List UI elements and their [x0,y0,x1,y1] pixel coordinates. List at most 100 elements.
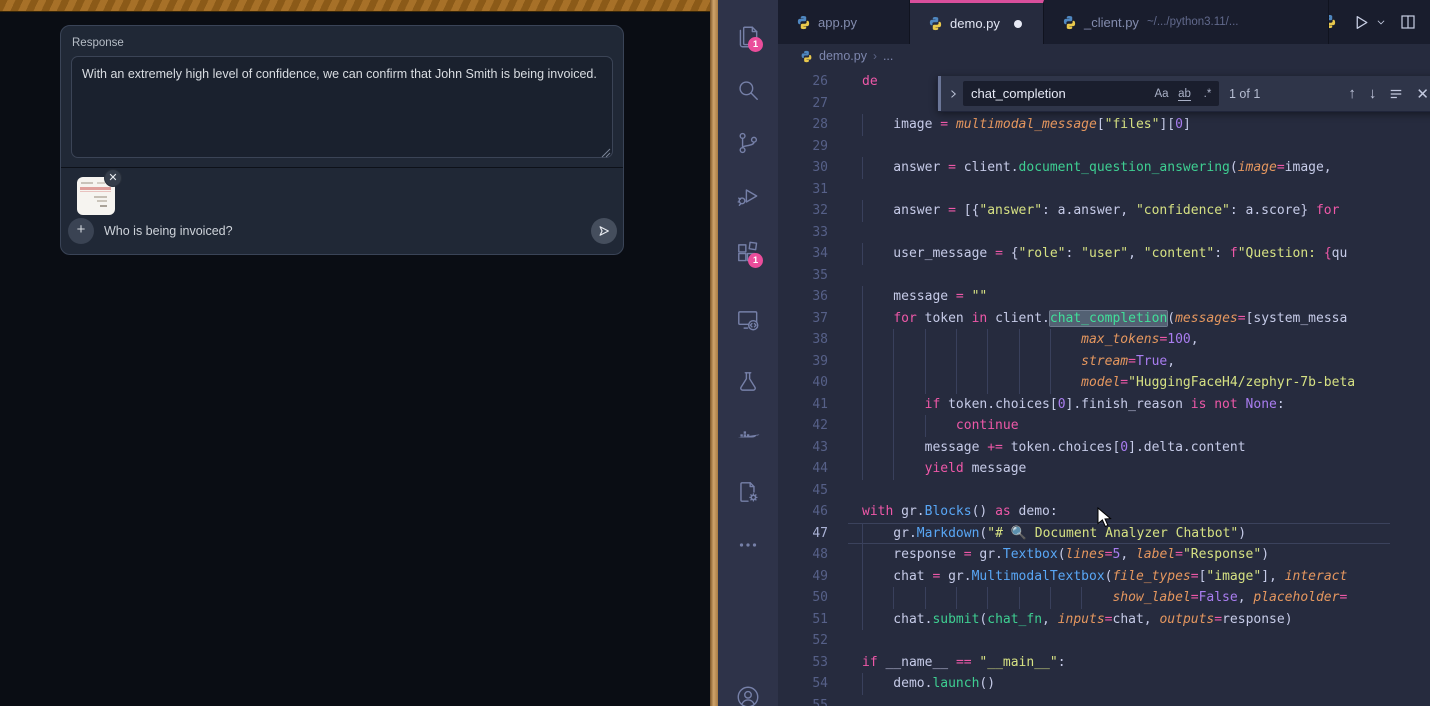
code-line-41[interactable]: 41 if token.choices[0].finish_reason is … [778,394,1430,416]
partially-hidden-tab[interactable] [1329,0,1339,44]
find-in-selection-button[interactable] [1389,87,1403,101]
code-text: model="HuggingFaceH4/zephyr-7b-beta [862,372,1355,394]
panel-divider [61,167,623,168]
find-close-button[interactable]: ✕ [1416,85,1429,103]
run-dropdown-chevron-icon[interactable] [1376,17,1386,27]
split-editor-button[interactable] [1400,14,1416,30]
tab-label: _client.py [1084,15,1139,30]
code-line-52[interactable]: 52 [778,630,1430,652]
line-number: 55 [778,695,828,706]
code-text: show_label=False, placeholder= [862,587,1347,609]
code-line-46[interactable]: 46with gr.Blocks() as demo: [778,501,1430,523]
code-line-49[interactable]: 49 chat = gr.MultimodalTextbox(file_type… [778,566,1430,588]
code-line-40[interactable]: 40 model="HuggingFaceH4/zephyr-7b-beta [778,372,1430,394]
activity-file-gear-icon[interactable] [735,479,761,505]
add-file-button[interactable]: + [68,218,94,244]
remove-attachment-button[interactable]: ✕ [104,169,122,187]
code-text: gr.Markdown("# 🔍 Document Analyzer Chatb… [862,523,1246,545]
code-line-34[interactable]: 34 user_message = {"role": "user", "cont… [778,243,1430,265]
code-text: if __name__ == "__main__": [862,652,1066,674]
line-number: 31 [778,179,828,201]
code-line-32[interactable]: 32 answer = [{"answer": a.answer, "confi… [778,200,1430,222]
line-number: 49 [778,566,828,588]
find-next-button[interactable]: ↓ [1369,85,1377,102]
code-line-55[interactable]: 55 [778,695,1430,706]
code-line-51[interactable]: 51 chat.submit(chat_fn, inputs=chat, out… [778,609,1430,631]
python-file-icon [800,50,813,63]
breadcrumb-more[interactable]: ... [883,49,893,63]
response-textarea[interactable]: With an extremely high level of confiden… [71,56,613,158]
activity-account-icon[interactable] [735,684,761,706]
activity-docker-icon[interactable] [735,424,761,450]
vscode-window: 11 app.pydemo.py_client.py~/.../python3.… [718,0,1430,706]
code-editor[interactable]: 26de2728 image = multimodal_message["fil… [778,68,1430,706]
code-line-31[interactable]: 31 [778,179,1430,201]
gradio-panel: Response With an extremely high level of… [60,25,624,255]
tab-label: app.py [818,15,857,30]
find-previous-button[interactable]: ↑ [1348,85,1356,102]
send-plane-icon [597,224,611,238]
resize-grip-icon[interactable] [601,148,611,158]
code-line-42[interactable]: 42 continue [778,415,1430,437]
match-case-toggle[interactable]: Aa [1150,88,1173,100]
line-number: 39 [778,351,828,373]
activity-testing-icon[interactable] [735,369,761,395]
line-number: 26 [778,71,828,93]
code-line-30[interactable]: 30 answer = client.document_question_ans… [778,157,1430,179]
code-text: answer = client.document_question_answer… [862,157,1339,179]
code-text: yield message [862,458,1026,480]
regex-toggle[interactable]: .* [1196,88,1219,100]
code-line-29[interactable]: 29 [778,136,1430,158]
breadcrumb-file[interactable]: demo.py [819,49,867,63]
activity-run-debug-icon[interactable] [735,183,761,209]
line-number: 43 [778,437,828,459]
code-line-36[interactable]: 36 message = "" [778,286,1430,308]
toggle-replace-chevron-icon[interactable] [947,88,959,100]
run-python-file-button[interactable] [1353,14,1370,31]
code-line-50[interactable]: 50 show_label=False, placeholder= [778,587,1430,609]
activity-explorer-icon[interactable]: 1 [735,24,761,50]
code-line-33[interactable]: 33 [778,222,1430,244]
line-number: 38 [778,329,828,351]
whole-word-toggle[interactable]: ab [1173,88,1196,100]
response-label: Response [72,37,124,49]
line-number: 52 [778,630,828,652]
code-line-37[interactable]: 37 for token in client.chat_completion(m… [778,308,1430,330]
code-line-45[interactable]: 45 [778,480,1430,502]
code-text: demo.launch() [862,673,995,695]
editor-tab-bar: app.py demo.py_client.py~/.../python3.11/… [778,0,1430,44]
line-number: 36 [778,286,828,308]
line-number: 46 [778,501,828,523]
activity-remote-explorer-icon[interactable] [735,307,761,333]
activity-search-icon[interactable] [735,77,761,103]
code-text: answer = [{"answer": a.answer, "confiden… [862,200,1339,222]
window-edge-stripe [710,0,718,706]
chat-input-placeholder[interactable]: Who is being invoiced? [104,224,233,238]
line-number: 53 [778,652,828,674]
code-line-53[interactable]: 53 if __name__ == "__main__": [778,652,1430,674]
code-line-28[interactable]: 28 image = multimodal_message["files"][0… [778,114,1430,136]
code-line-35[interactable]: 35 [778,265,1430,287]
find-widget: chat_completion Aa ab .* 1 of 1 ↑ ↓ ✕ [937,76,1430,112]
find-widget-sash[interactable] [938,76,941,111]
code-line-43[interactable]: 43 message += token.choices[0].delta.con… [778,437,1430,459]
tab--client-py[interactable]: _client.py~/.../python3.11/... [1044,0,1329,44]
code-line-38[interactable]: 38 max_tokens=100, [778,329,1430,351]
code-text: for token in client.chat_completion(mess… [862,308,1347,330]
code-line-44[interactable]: 44 yield message [778,458,1430,480]
find-input[interactable]: chat_completion Aa ab .* [963,81,1219,106]
activity-more-icon[interactable] [735,532,761,558]
code-text: image = multimodal_message["files"][0] [862,114,1191,136]
tab-app-py[interactable]: app.py [778,0,910,44]
tab-demo-py[interactable]: demo.py [910,0,1044,44]
code-line-47[interactable]: 47 gr.Markdown("# 🔍 Document Analyzer Ch… [778,523,1430,545]
code-line-39[interactable]: 39 stream=True, [778,351,1430,373]
gradio-app-window: Response With an extremely high level of… [0,0,710,706]
activity-extensions-icon[interactable]: 1 [735,240,761,266]
line-number: 32 [778,200,828,222]
code-line-54[interactable]: 54 demo.launch() [778,673,1430,695]
activity-source-control-icon[interactable] [735,130,761,156]
find-query-text[interactable]: chat_completion [971,86,1150,101]
code-line-48[interactable]: 48 response = gr.Textbox(lines=5, label=… [778,544,1430,566]
send-button[interactable] [591,218,617,244]
